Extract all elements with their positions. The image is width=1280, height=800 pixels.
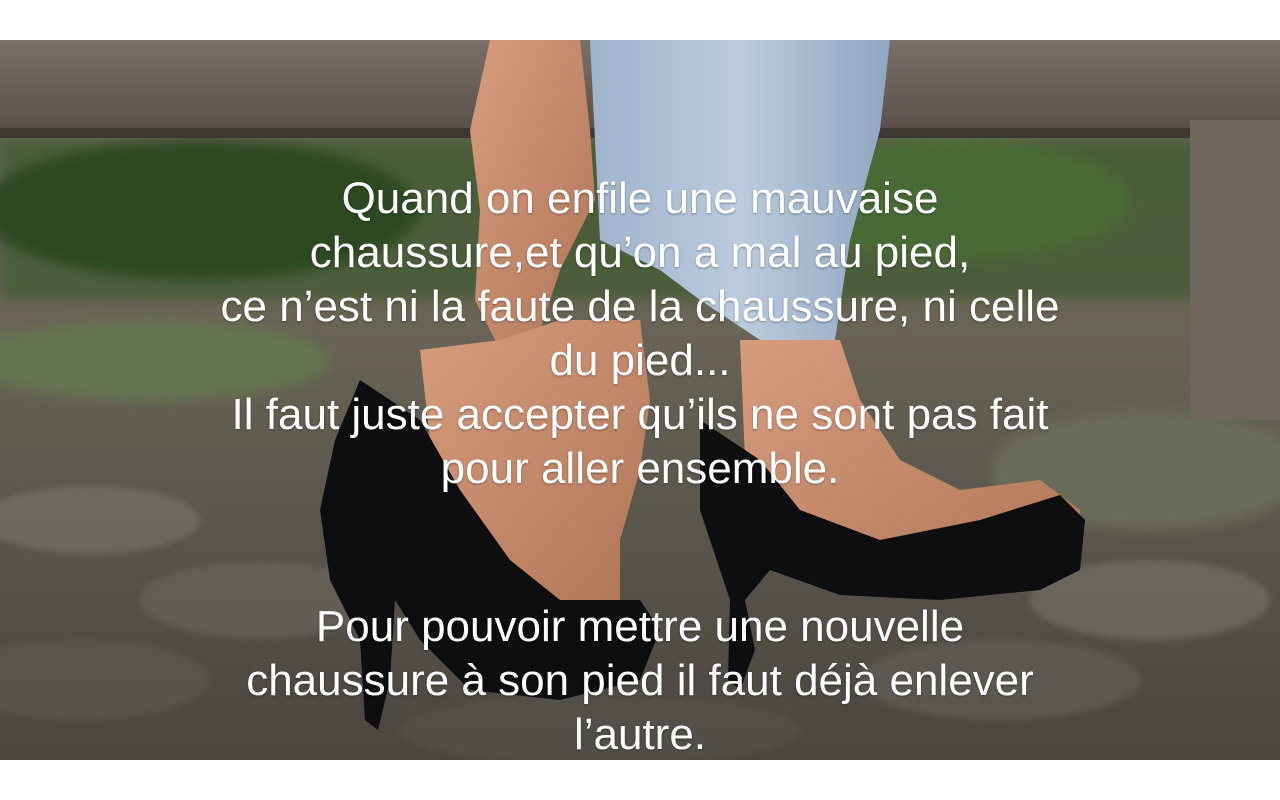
quote-line: Il faut juste accepter qu’ils ne sont pa… <box>231 390 1049 439</box>
quote-line: chaussure à son pied il faut déjà enleve… <box>246 656 1034 705</box>
quote-line: du pied... <box>549 336 731 385</box>
quote-line: chaussure,et qu’on a mal au pied, <box>309 228 971 277</box>
quote-line: Quand on enfile une mauvaise <box>341 174 939 223</box>
quote-paragraph-2: Pour pouvoir mettre une nouvelle chaussu… <box>0 600 1280 760</box>
video-frame: Quand on enfile une mauvaise chaussure,e… <box>0 40 1280 760</box>
quote-line: pour aller ensemble. <box>440 444 840 493</box>
quote-line: ce n’est ni la faute de la chaussure, ni… <box>220 282 1060 331</box>
quote-paragraph-1: Quand on enfile une mauvaise chaussure,e… <box>0 172 1280 496</box>
quote-line: Pour pouvoir mettre une nouvelle <box>315 602 965 651</box>
quote-line: l’autre. <box>573 710 707 759</box>
